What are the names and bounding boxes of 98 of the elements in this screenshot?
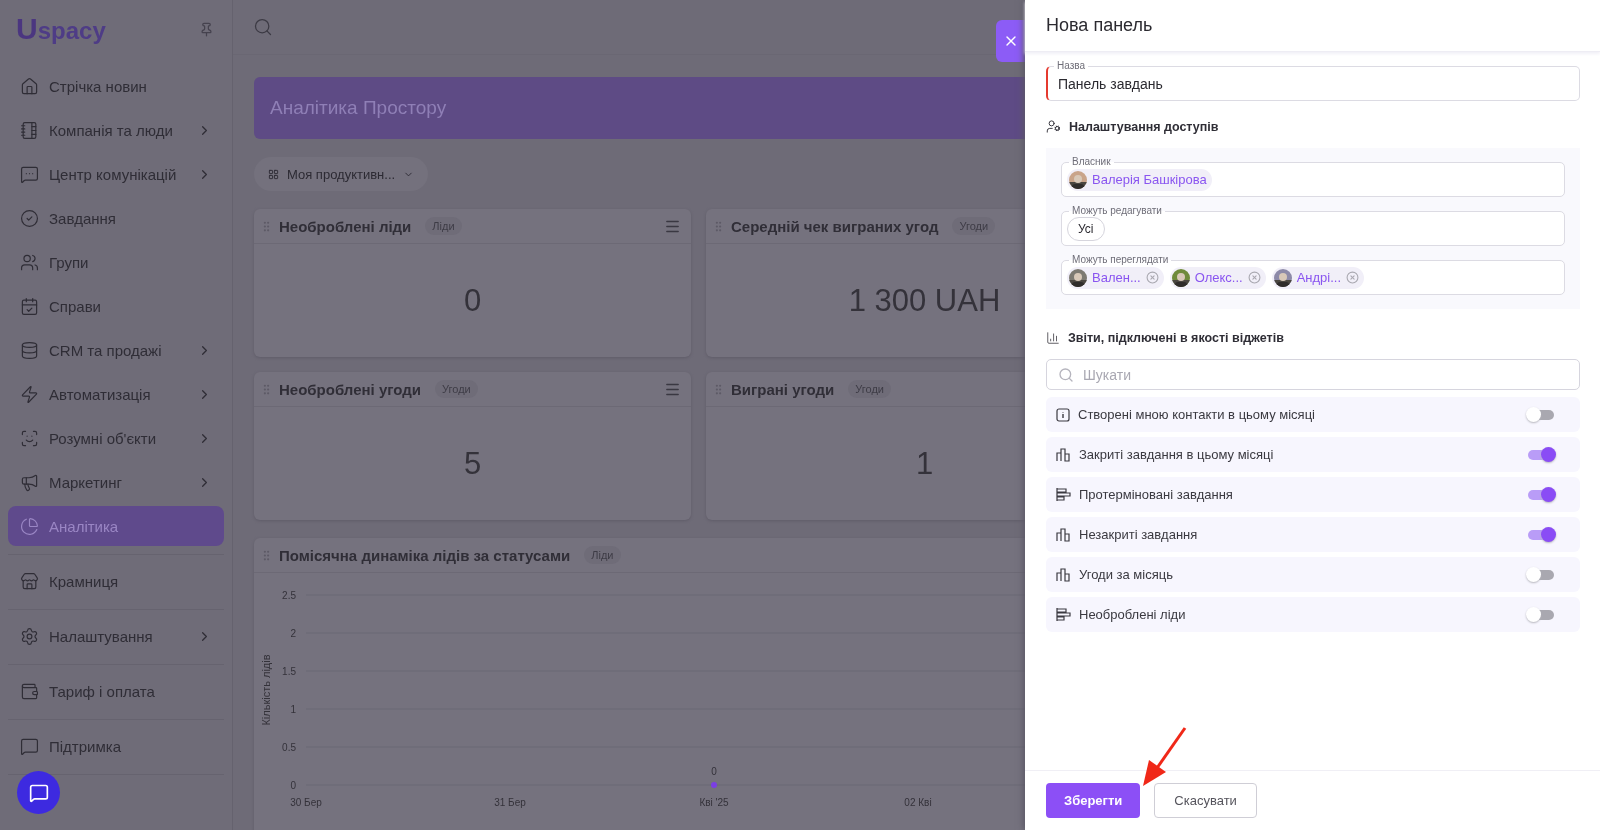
bar-chart-icon: [1046, 331, 1060, 345]
report-row[interactable]: Протерміновані завдання: [1046, 477, 1580, 512]
nav-item[interactable]: Автоматизація: [8, 374, 224, 414]
report-row[interactable]: Незакриті завдання: [1046, 517, 1580, 552]
remove-icon[interactable]: [1346, 271, 1360, 284]
report-row[interactable]: Створені мною контакти в цьому місяці: [1046, 397, 1580, 432]
nav-item[interactable]: CRM та продажі: [8, 330, 224, 370]
nav-item[interactable]: Групи: [8, 242, 224, 282]
field-label: Можуть переглядати: [1069, 254, 1172, 266]
pin-icon[interactable]: [199, 21, 214, 37]
save-button[interactable]: Зберегти: [1046, 783, 1141, 818]
user-chip[interactable]: Вален...: [1067, 266, 1164, 289]
settings-icon: [20, 626, 39, 646]
user-settings-icon: [1046, 119, 1061, 134]
widget-title: Необроблені угоди: [279, 380, 421, 398]
toggle-switch[interactable]: [1528, 609, 1554, 620]
axis-tick-label: 30 Бер: [290, 797, 322, 808]
widget-value: 5: [463, 445, 482, 482]
axis-tick-label: 0.5: [282, 742, 296, 753]
chat-button[interactable]: [17, 771, 60, 814]
nav-item[interactable]: Завдання: [8, 198, 224, 238]
remove-icon[interactable]: [1247, 271, 1261, 284]
bar-chart-icon: [1056, 447, 1071, 462]
axis-title: Кількість лідів: [260, 654, 272, 726]
widget-value: 1 300 UAH: [848, 282, 1001, 319]
nav-item[interactable]: Маркетинг: [8, 462, 224, 502]
database-icon: [20, 340, 39, 360]
field-label: Назва: [1054, 60, 1089, 72]
widget-title: Середній чек виграних угод: [731, 217, 939, 235]
list-icon: [20, 120, 39, 140]
nav-item[interactable]: Аналітика: [8, 506, 224, 546]
store-icon: [20, 571, 39, 591]
users-icon: [20, 252, 39, 272]
user-chip[interactable]: Олекс...: [1169, 266, 1266, 289]
axis-tick-label: 2.5: [282, 590, 296, 601]
toggle-switch[interactable]: [1528, 569, 1554, 580]
axis-tick-label: 31 Бер: [494, 797, 526, 808]
check-circle-icon: [20, 208, 39, 228]
report-row[interactable]: Закриті завдання в цьому місяці: [1046, 437, 1580, 472]
data-point: [711, 782, 717, 788]
nav-item[interactable]: Стрічка новин: [8, 66, 224, 106]
cancel-button[interactable]: Скасувати: [1154, 783, 1257, 818]
section-title: Звіти, підключені в якості віджетів: [1068, 331, 1284, 345]
calendar-icon: [20, 296, 39, 316]
field-label: Власник: [1069, 156, 1114, 168]
nav-item[interactable]: Налаштування: [8, 616, 224, 656]
bar-chart-icon: [1056, 527, 1071, 542]
field-label: Можуть редагувати: [1069, 205, 1165, 217]
horizontal-bar-chart-icon: [1056, 487, 1071, 502]
remove-icon[interactable]: [1145, 271, 1159, 284]
bar-chart-icon: [1056, 567, 1071, 582]
nav-item[interactable]: Підтримка: [8, 726, 224, 766]
widget-title: Виграні угоди: [731, 380, 835, 398]
user-chip[interactable]: Андрі...: [1271, 266, 1365, 289]
widget-value: 0: [463, 282, 482, 319]
widget-title: Помісячна динаміка лідів за статусами: [279, 546, 571, 564]
message-icon: [20, 736, 39, 756]
data-label: 0: [711, 766, 717, 777]
section-title: Налаштування доступів: [1069, 119, 1219, 134]
house-icon: [20, 76, 39, 96]
horizontal-bar-chart-icon: [1056, 607, 1071, 622]
search-field[interactable]: Шукати: [1046, 359, 1580, 390]
axis-tick-label: 2: [290, 628, 296, 639]
nav-item[interactable]: Крамниця: [8, 561, 224, 601]
chart-icon: [20, 516, 39, 536]
axis-tick-label: Кві '25: [699, 797, 729, 808]
wallet-icon: [20, 681, 39, 701]
widget-value: 1: [915, 445, 934, 482]
field-value: Панель завдань: [1058, 75, 1163, 92]
user-chip[interactable]: Валерія Башкірова: [1067, 168, 1212, 191]
axis-tick-label: 1.5: [282, 666, 296, 677]
axis-tick-label: 0: [290, 780, 296, 791]
scan-icon: [20, 428, 39, 448]
chat-icon: [20, 164, 39, 184]
nav-item[interactable]: Розумні об'єкти: [8, 418, 224, 458]
lightning-icon: [20, 384, 39, 404]
report-row[interactable]: Необроблені ліди: [1046, 597, 1580, 632]
nav-item[interactable]: Справи: [8, 286, 224, 326]
axis-tick-label: 1: [290, 704, 296, 715]
axis-tick-label: 02 Кві: [904, 797, 932, 808]
search-icon[interactable]: [253, 17, 273, 37]
report-row[interactable]: Угоди за місяць: [1046, 557, 1580, 592]
toggle-switch[interactable]: [1528, 449, 1554, 460]
megaphone-icon: [20, 472, 39, 492]
widget-title: Необроблені ліди: [279, 217, 412, 235]
nav-item[interactable]: Тариф і оплата: [8, 671, 224, 711]
toggle-switch[interactable]: [1528, 489, 1554, 500]
toggle-switch[interactable]: [1528, 409, 1554, 420]
grid-icon: [268, 168, 279, 180]
toggle-switch[interactable]: [1528, 529, 1554, 540]
close-button[interactable]: [996, 20, 1025, 62]
drawer-title: Нова панель: [1046, 15, 1153, 36]
nav-item[interactable]: Компанія та люди: [8, 110, 224, 150]
chat-icon: [28, 782, 49, 803]
info-icon: [1056, 407, 1070, 422]
dashboard-select[interactable]: Моя продуктивн...: [254, 157, 429, 191]
nav-item[interactable]: Центр комунікацій: [8, 154, 224, 194]
search-icon: [1058, 367, 1074, 383]
